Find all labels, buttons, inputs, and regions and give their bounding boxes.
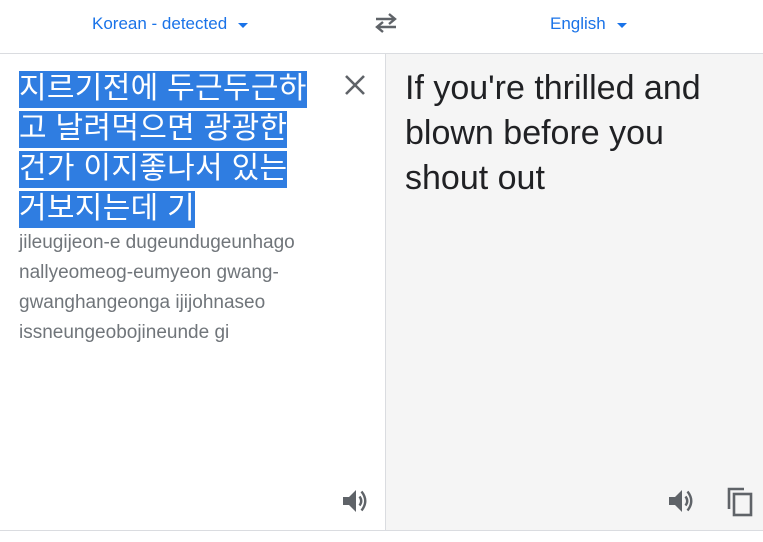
listen-translation-button[interactable] bbox=[666, 486, 696, 516]
source-text-input[interactable]: 지르기전에 두근두근하고 날려먹으면 광광한건가 이지좋나서 있는거보지는데 기 bbox=[19, 69, 309, 229]
volume-icon bbox=[343, 490, 367, 512]
clear-source-button[interactable] bbox=[342, 72, 368, 98]
copy-icon bbox=[727, 487, 753, 517]
translation-panel: If you're thrilled and blown before you … bbox=[386, 54, 763, 531]
language-bar: Korean - detected English bbox=[0, 0, 763, 54]
chevron-down-icon bbox=[238, 23, 249, 28]
source-language-label: Korean - detected bbox=[92, 14, 228, 33]
copy-translation-button[interactable] bbox=[724, 484, 756, 518]
translated-text: If you're thrilled and blown before you … bbox=[405, 69, 701, 197]
source-language-selector[interactable]: Korean - detected bbox=[92, 12, 249, 36]
source-panel: 지르기전에 두근두근하고 날려먹으면 광광한건가 이지좋나서 있는거보지는데 기… bbox=[0, 54, 386, 531]
selected-source-text: 지르기전에 두근두근하고 날려먹으면 광광한건가 이지좋나서 있는거보지는데 기 bbox=[19, 71, 307, 228]
close-icon bbox=[345, 75, 365, 95]
source-romanization: jileugijeon-e dugeundugeunhago nallyeome… bbox=[19, 232, 295, 343]
chevron-down-icon bbox=[616, 23, 627, 28]
swap-arrows-icon bbox=[375, 13, 397, 33]
listen-source-button[interactable] bbox=[340, 486, 370, 516]
swap-languages-button[interactable] bbox=[372, 11, 400, 35]
target-language-selector[interactable]: English bbox=[550, 12, 627, 36]
volume-icon bbox=[669, 490, 693, 512]
target-language-label: English bbox=[550, 14, 606, 33]
